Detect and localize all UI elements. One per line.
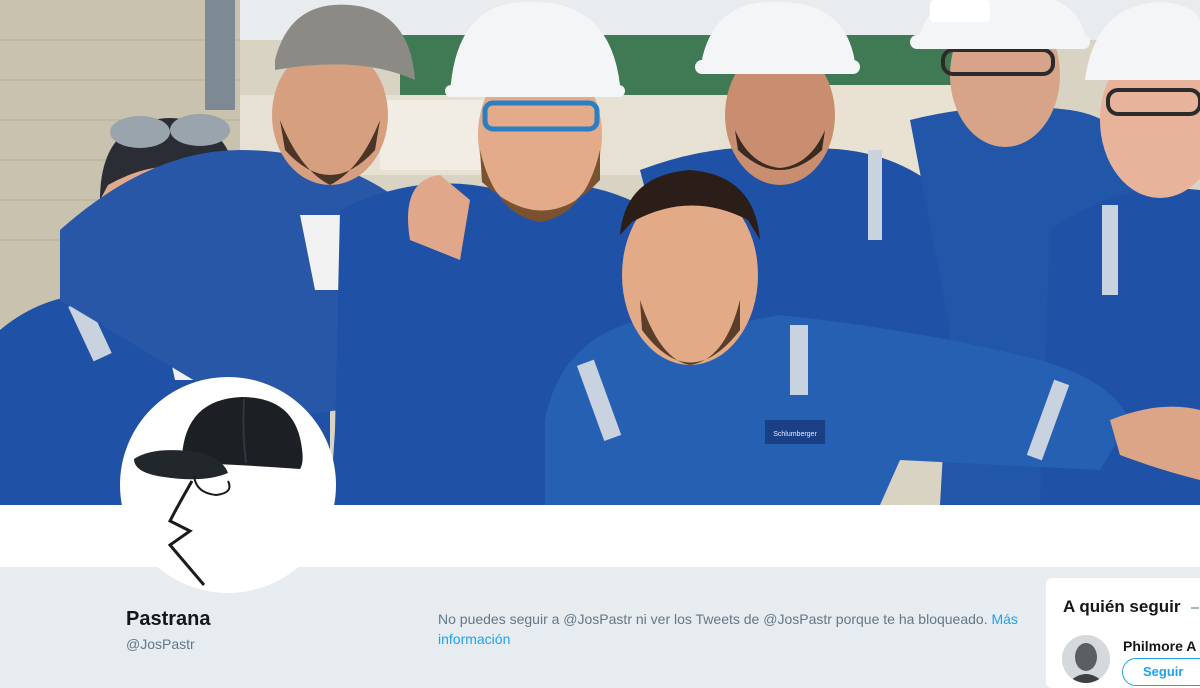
who-to-follow-card: A quién seguir Philmore A Seguir: [1046, 578, 1200, 688]
blocked-notice: No puedes seguir a @JosPastr ni ver los …: [438, 609, 1038, 649]
suggestion-name[interactable]: Philmore A: [1123, 638, 1196, 654]
profile-avatar[interactable]: [120, 377, 336, 593]
who-to-follow-title: A quién seguir: [1063, 597, 1181, 616]
suggestion-avatar[interactable]: [1062, 635, 1110, 683]
profile-handle: @JosPastr: [126, 636, 195, 652]
follow-button[interactable]: Seguir: [1122, 658, 1200, 686]
overall-badge: Schlumberger: [773, 431, 817, 438]
baseball-cap-icon: [124, 381, 332, 589]
blocked-notice-text: No puedes seguir a @JosPastr ni ver los …: [438, 611, 992, 627]
separator-dot: [1191, 607, 1199, 609]
profile-display-name: Pastrana: [126, 608, 211, 630]
